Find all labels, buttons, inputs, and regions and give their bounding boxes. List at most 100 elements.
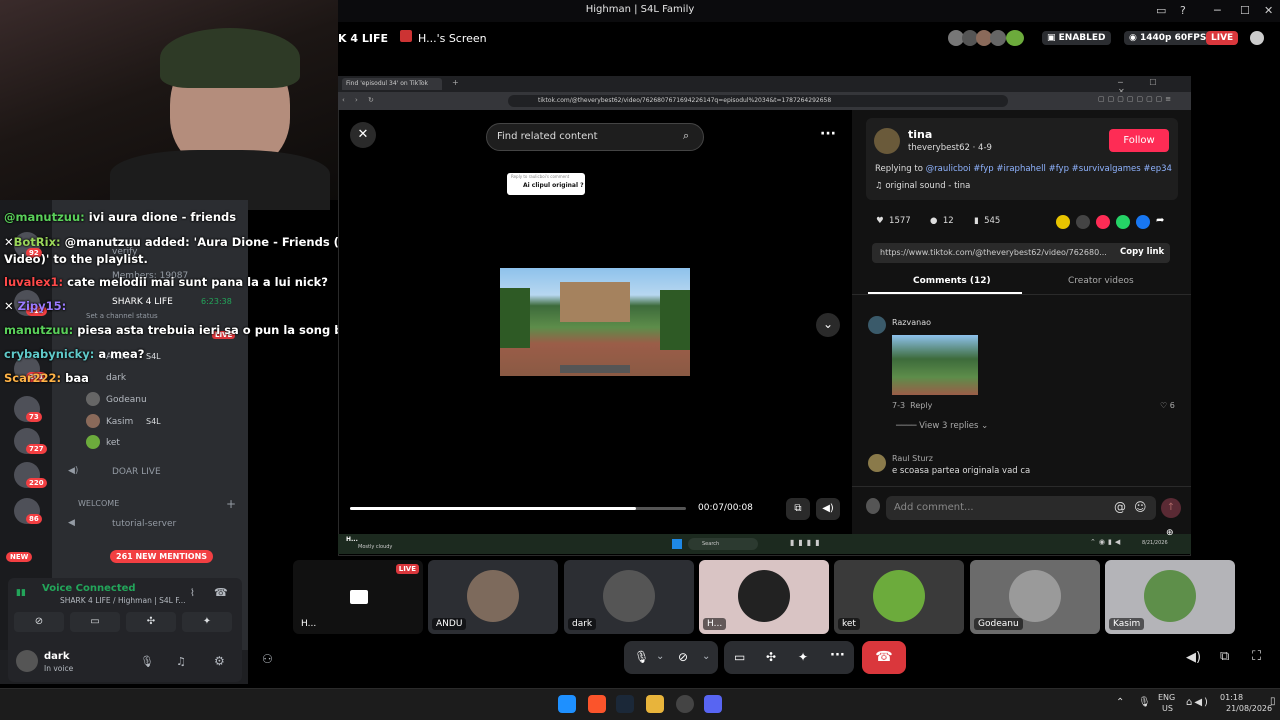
- participant-tile[interactable]: H...: [699, 560, 829, 634]
- volume-icon[interactable]: ◀): [1186, 650, 1201, 665]
- view-replies-button[interactable]: ──── View 3 replies ⌄: [896, 421, 988, 431]
- discord-icon[interactable]: [704, 695, 722, 713]
- region-label[interactable]: US: [1162, 704, 1173, 713]
- channel-tutorial-server[interactable]: tutorial-server: [112, 519, 176, 529]
- camera-off-icon[interactable]: ⊘: [678, 650, 688, 664]
- add-user-icon[interactable]: ⚇: [262, 652, 273, 666]
- chevron-down-icon[interactable]: ⌄: [816, 313, 840, 337]
- follow-button[interactable]: Follow: [1109, 129, 1169, 152]
- save-button[interactable]: ▮ 545: [974, 216, 1000, 226]
- more-icon[interactable]: ···: [830, 648, 845, 663]
- avatar[interactable]: [868, 454, 886, 472]
- server-icon[interactable]: 73: [14, 396, 42, 422]
- participant-tile[interactable]: Kasim: [1105, 560, 1235, 634]
- server-icon[interactable]: 86: [14, 498, 42, 524]
- chat-bubble-icon[interactable]: [1250, 31, 1264, 45]
- tab-comments[interactable]: Comments (12): [913, 276, 991, 286]
- link-box[interactable]: https://www.tiktok.com/@theverybest62/vi…: [872, 243, 1170, 263]
- inbox-icon[interactable]: ▭: [1156, 4, 1166, 17]
- avatar[interactable]: [868, 316, 886, 334]
- extension-icons[interactable]: ▢▢▢▢▢▢▢≡: [1098, 95, 1174, 103]
- comment-likes[interactable]: ♡ 6: [1160, 401, 1175, 410]
- microphone-icon[interactable]: 🎙: [140, 655, 154, 668]
- activities-icon[interactable]: ✣: [766, 650, 776, 664]
- share-icons[interactable]: ➦: [1056, 215, 1172, 229]
- app-icon[interactable]: [676, 695, 694, 713]
- volume-icon[interactable]: ◀): [816, 498, 840, 520]
- microphone-icon[interactable]: 🎙: [634, 650, 649, 664]
- voice-member-godeanu[interactable]: Godeanu: [106, 395, 147, 405]
- progress-track[interactable]: [350, 507, 686, 510]
- comment-user[interactable]: Razvanao: [892, 318, 931, 327]
- chevron-down-icon[interactable]: ⌄: [702, 651, 710, 662]
- comment-user[interactable]: Raul Sturz: [892, 454, 933, 463]
- microphone-icon[interactable]: 🎙: [1138, 697, 1151, 708]
- maximize-button[interactable]: ☐: [1240, 4, 1250, 17]
- add-channel-icon[interactable]: +: [226, 497, 236, 511]
- more-options-icon[interactable]: ···: [816, 126, 840, 146]
- fullscreen-icon[interactable]: ⛶: [1252, 649, 1261, 664]
- participant-tile[interactable]: Godeanu: [970, 560, 1100, 634]
- activities-button[interactable]: ✣: [126, 612, 176, 632]
- avatar[interactable]: [16, 650, 38, 672]
- search-input[interactable]: Find related content ⌕: [486, 123, 704, 151]
- new-badge[interactable]: NEW: [6, 552, 33, 562]
- start-icon[interactable]: [558, 695, 576, 713]
- system-tray-icons[interactable]: ⌂◀): [1186, 697, 1210, 708]
- help-icon[interactable]: ?: [1180, 4, 1186, 17]
- noise-suppression-icon[interactable]: ⌇: [190, 588, 195, 599]
- like-button[interactable]: ♥ 1577: [876, 216, 911, 226]
- channel-doar-live[interactable]: DOAR LIVE: [112, 467, 161, 477]
- nav-buttons[interactable]: ‹ › ↻: [342, 96, 378, 104]
- voice-member-kasim[interactable]: Kasim: [106, 417, 133, 427]
- close-button[interactable]: ✕: [1264, 4, 1273, 17]
- category-welcome[interactable]: WELCOME: [78, 499, 119, 508]
- comment-input[interactable]: Add comment... @ ☺: [886, 496, 1156, 520]
- browser-tab[interactable]: Find 'episodul 34' on TikTok: [342, 78, 442, 90]
- screen-share-button[interactable]: ▭: [70, 612, 120, 632]
- voice-member-dark[interactable]: dark: [106, 373, 126, 383]
- avatar[interactable]: [874, 128, 900, 154]
- comment-image[interactable]: [892, 335, 978, 395]
- voice-member-ket[interactable]: ket: [106, 438, 120, 448]
- steam-icon[interactable]: [616, 695, 634, 713]
- author-handle[interactable]: theverybest62 · 4-9: [908, 143, 992, 153]
- pip-icon[interactable]: ⧉: [786, 498, 810, 520]
- participant-tile[interactable]: LIVE H...: [293, 560, 423, 634]
- popout-icon[interactable]: ⧉: [1220, 649, 1229, 664]
- viewer-avatars[interactable]: [948, 30, 1028, 46]
- tab-creator-videos[interactable]: Creator videos: [1068, 276, 1134, 286]
- language-label[interactable]: ENG: [1158, 693, 1175, 702]
- minimize-button[interactable]: ─: [1214, 4, 1221, 17]
- participant-tile[interactable]: ANDU: [428, 560, 558, 634]
- close-icon[interactable]: ✕: [350, 122, 376, 148]
- post-button[interactable]: ↑: [1161, 498, 1181, 518]
- voice-channel[interactable]: SHARK 4 LIFE / Highman | S4L F...: [60, 596, 185, 605]
- signal-icon[interactable]: ▮▮: [16, 588, 26, 598]
- participant-tile[interactable]: ket: [834, 560, 964, 634]
- participant-tile[interactable]: dark: [564, 560, 694, 634]
- new-mentions-badge[interactable]: 261 NEW MENTIONS: [110, 550, 214, 563]
- server-icon[interactable]: 727: [14, 428, 47, 454]
- channel-status[interactable]: Set a channel status: [86, 312, 158, 320]
- gear-icon[interactable]: ⚙: [214, 654, 225, 668]
- headset-icon[interactable]: ♫: [176, 655, 186, 668]
- folder-icon[interactable]: [646, 695, 664, 713]
- clock-date[interactable]: 21/08/2026: [1226, 704, 1272, 713]
- tray-chevron-icon[interactable]: ⌃: [1116, 697, 1124, 708]
- screen-share-icon[interactable]: ▭: [734, 650, 745, 664]
- sound-name[interactable]: ♫ original sound - tina: [875, 181, 970, 191]
- disconnect-icon[interactable]: ☎: [214, 586, 228, 599]
- brave-icon[interactable]: [588, 695, 606, 713]
- soundboard-icon[interactable]: ✦: [798, 650, 808, 664]
- author-name[interactable]: tina: [908, 128, 932, 141]
- comment-button[interactable]: ● 12: [930, 216, 954, 226]
- new-tab-icon[interactable]: +: [452, 78, 459, 87]
- chevron-down-icon[interactable]: ⌄: [656, 651, 664, 662]
- server-icon[interactable]: 220: [14, 462, 47, 488]
- soundboard-button[interactable]: ✦: [182, 612, 232, 632]
- quality-badge[interactable]: ◉ 1440p 60FPS: [1124, 31, 1212, 45]
- clock-time[interactable]: 01:18: [1220, 693, 1243, 702]
- notification-icon[interactable]: ▯: [1270, 696, 1276, 707]
- voice-channel-title[interactable]: SHARK 4 LIFE: [112, 297, 173, 307]
